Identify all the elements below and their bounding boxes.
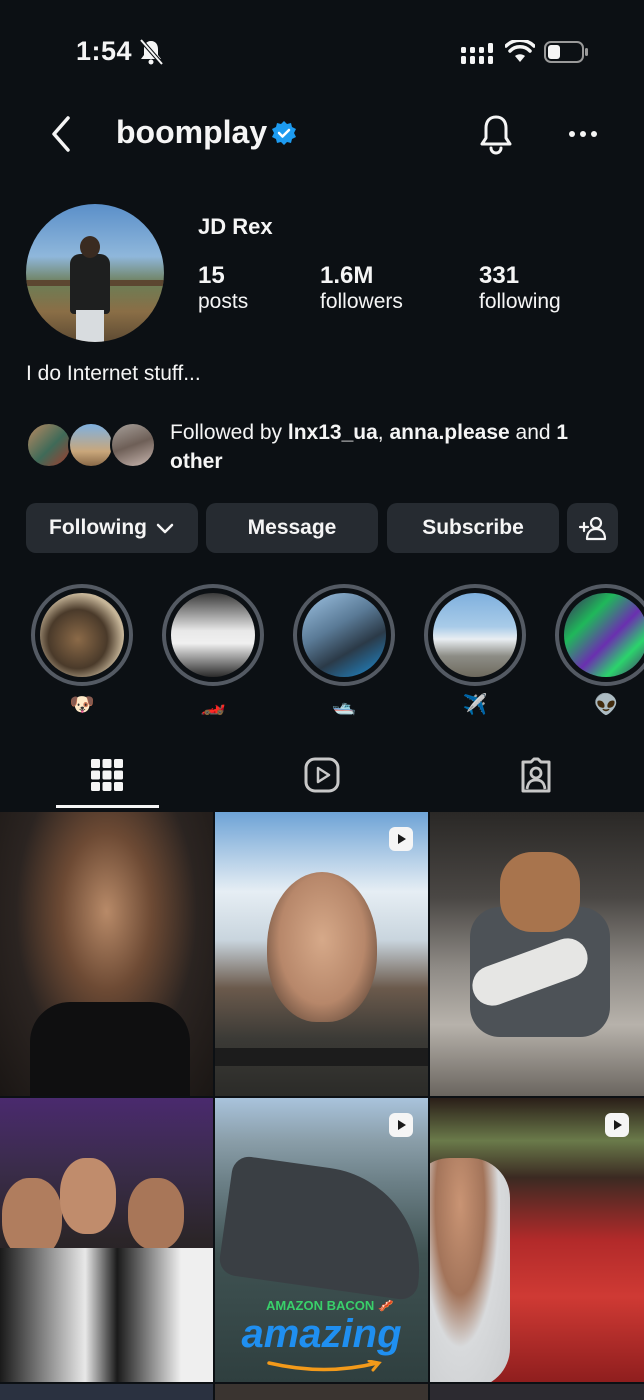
highlight-1-emoji: 🐶: [69, 694, 95, 716]
reels-tab-icon[interactable]: [303, 756, 341, 794]
battery-icon: [544, 41, 588, 63]
highlight-3-emoji: 🛥️: [331, 694, 357, 716]
reel-badge-icon: [605, 1113, 629, 1137]
highlight-2-emoji: 🏎️: [200, 694, 226, 716]
mutual-others-count: 1: [556, 421, 569, 444]
highlight-1-cover: [40, 593, 124, 677]
subscribe-button-label: Subscribe: [422, 516, 524, 539]
stat-posts[interactable]: 15 posts: [198, 262, 248, 314]
highlight-5-cover: [564, 593, 644, 677]
mutual-avatar-3[interactable]: [110, 422, 156, 468]
mutual-avatar-2[interactable]: [68, 422, 114, 468]
tagged-tab-icon[interactable]: [517, 756, 555, 794]
grid-post-2[interactable]: [215, 812, 428, 1096]
mutual-avatar-1[interactable]: [26, 422, 72, 468]
subscribe-button[interactable]: Subscribe: [387, 503, 559, 553]
back-chevron-icon[interactable]: [44, 114, 78, 154]
grid-post-4[interactable]: [0, 1098, 213, 1382]
grid-post-7[interactable]: [0, 1384, 213, 1400]
stat-following[interactable]: 331 following: [479, 262, 561, 314]
highlight-2-cover: [171, 593, 255, 677]
grid-tab-icon[interactable]: [88, 756, 126, 794]
grid-post-9[interactable]: [430, 1384, 644, 1400]
stat-followers[interactable]: 1.6M followers: [320, 262, 403, 314]
highlight-3[interactable]: [293, 584, 395, 686]
amazon-smile-icon: [267, 1360, 382, 1372]
wifi-icon: [505, 40, 535, 62]
profile-username: boomplay: [116, 114, 268, 150]
posts-label: posts: [198, 290, 249, 313]
display-name: JD Rex: [198, 214, 273, 239]
followers-label: followers: [320, 290, 403, 313]
highlight-4-emoji: ✈️: [462, 694, 488, 716]
notification-bell-icon[interactable]: [477, 113, 515, 155]
followed-by-separator: ,: [377, 421, 390, 444]
following-count: 331: [479, 262, 520, 289]
grid-post-8[interactable]: [215, 1384, 428, 1400]
following-button[interactable]: Following: [26, 503, 198, 553]
followed-by-and: and: [509, 421, 557, 444]
message-button[interactable]: Message: [206, 503, 378, 553]
followers-count: 1.6M: [320, 262, 374, 289]
followed-by-text[interactable]: Followed by lnx13_ua, anna.please and 1 o…: [170, 418, 620, 476]
mutual-user-2[interactable]: anna.please: [389, 421, 509, 444]
verified-badge-icon: [272, 121, 296, 145]
following-label: following: [479, 290, 561, 313]
followed-by-prefix: Followed by: [170, 421, 288, 444]
highlight-2[interactable]: [162, 584, 264, 686]
profile-avatar[interactable]: [26, 204, 164, 342]
reel-badge-icon: [389, 1113, 413, 1137]
highlight-4[interactable]: [424, 584, 526, 686]
bell-muted-icon: [139, 38, 164, 66]
mutual-user-1[interactable]: lnx13_ua: [288, 421, 378, 444]
reel-caption-main: amazing: [241, 1312, 402, 1356]
grid-post-5[interactable]: AMAZON BACON 🥓 amazing: [215, 1098, 428, 1382]
add-person-icon: [578, 516, 606, 541]
grid-post-6[interactable]: [430, 1098, 644, 1382]
highlight-5-emoji: 👽: [593, 694, 619, 716]
reel-badge-icon: [389, 827, 413, 851]
grid-post-1[interactable]: [0, 812, 213, 1096]
more-options-icon[interactable]: [566, 124, 600, 144]
highlight-3-cover: [302, 593, 386, 677]
profile-bio: I do Internet stuff...: [26, 362, 201, 385]
posts-count: 15: [198, 262, 225, 289]
suggested-users-button[interactable]: [567, 503, 618, 553]
highlight-1[interactable]: [31, 584, 133, 686]
chevron-down-icon: [156, 523, 174, 534]
grid-post-3[interactable]: [430, 812, 644, 1096]
status-time: 1:54: [76, 36, 133, 66]
mutual-others-label: other: [170, 450, 223, 473]
following-button-label: Following: [49, 516, 147, 539]
cellular-signal-icon: [461, 43, 493, 64]
highlight-5[interactable]: [555, 584, 644, 686]
message-button-label: Message: [247, 516, 337, 539]
active-tab-indicator: [56, 805, 159, 808]
highlight-4-cover: [433, 593, 517, 677]
